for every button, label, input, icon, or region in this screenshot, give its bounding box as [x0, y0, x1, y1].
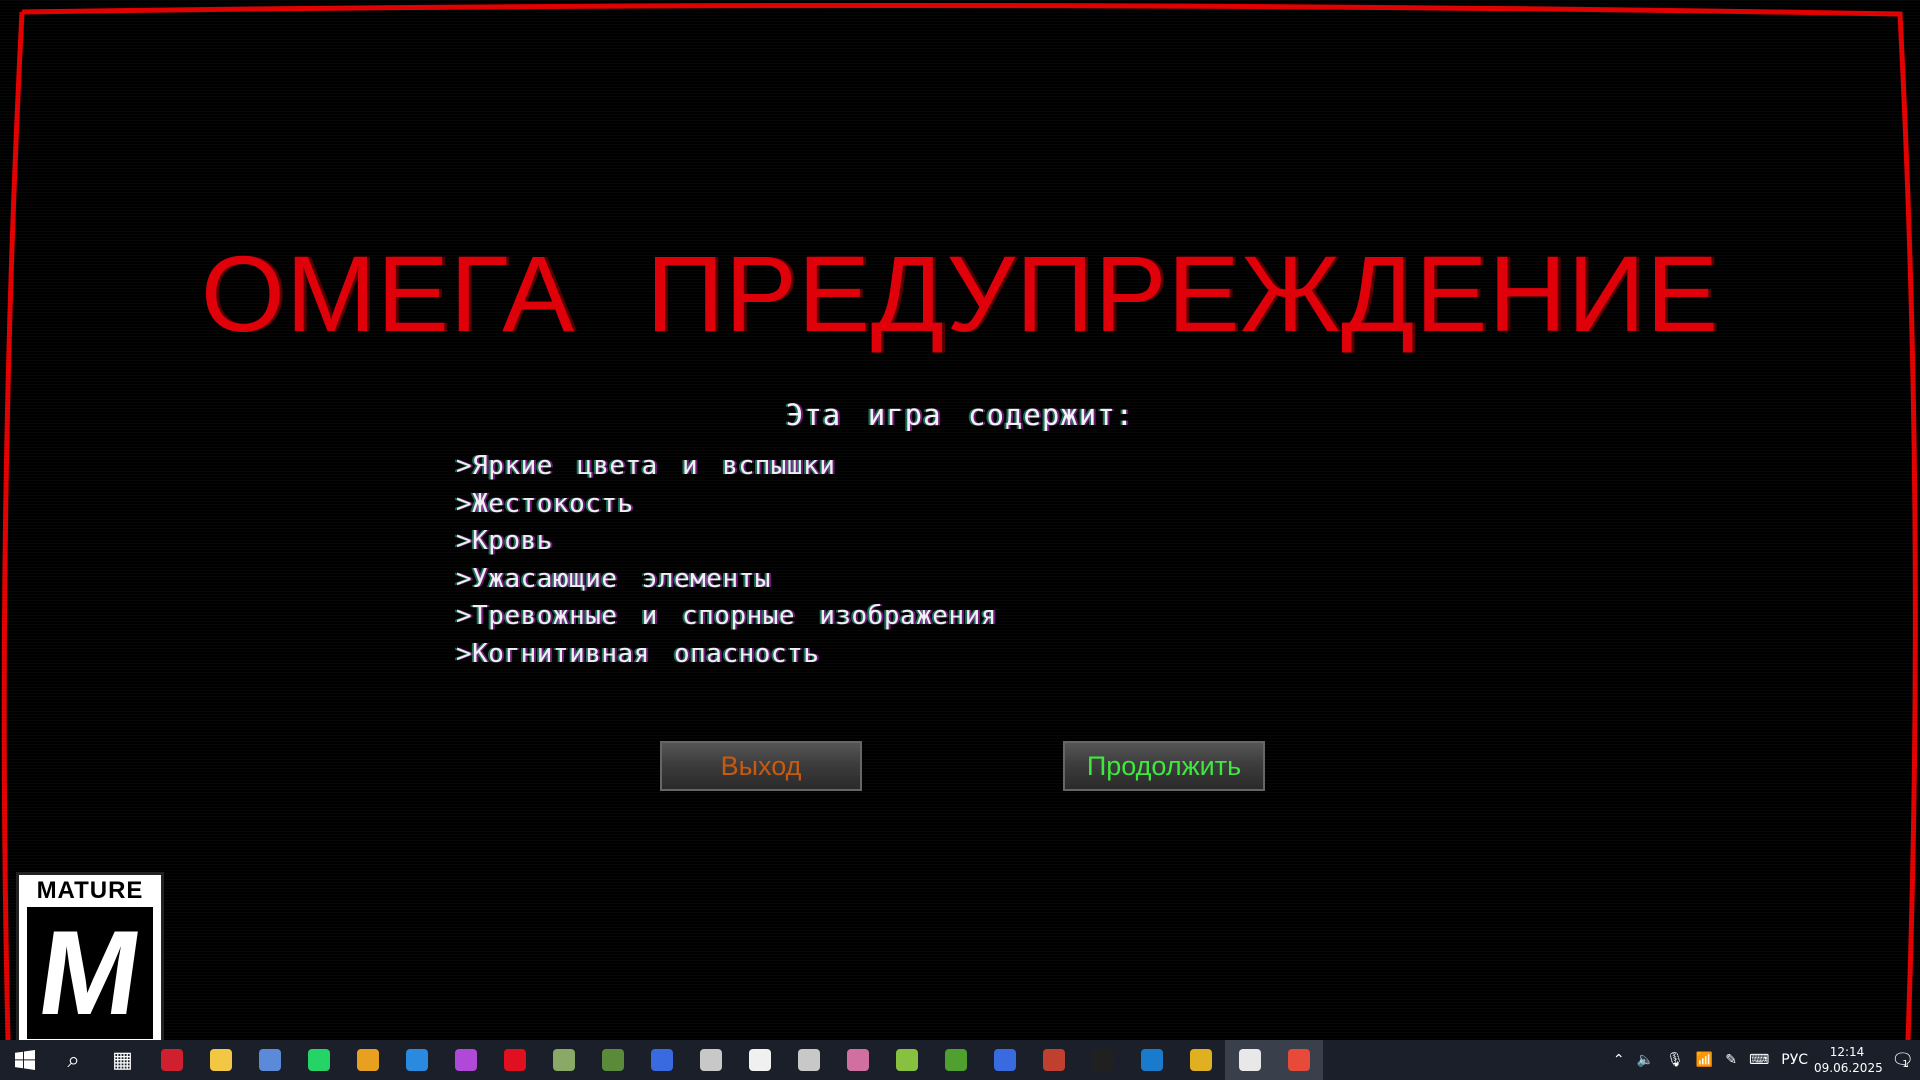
taskbar-app-drop-app[interactable] — [441, 1040, 490, 1080]
taskbar-app-task-view[interactable]: ▦ — [98, 1040, 147, 1080]
rating-letter: M — [30, 906, 150, 1040]
frog-game-icon — [895, 1049, 918, 1071]
taskbar-app-chrome[interactable] — [343, 1040, 392, 1080]
content-heading: Эта игра содержит: — [785, 398, 1135, 432]
keyboard-icon[interactable]: ⌨ — [1743, 1052, 1775, 1068]
taskbar-app-terminal[interactable] — [1078, 1040, 1127, 1080]
continue-button[interactable]: Продолжить — [1063, 741, 1265, 791]
clock[interactable]: 12:14 09.06.2025 — [1814, 1044, 1883, 1076]
taskbar-app-file-explorer[interactable] — [196, 1040, 245, 1080]
microphone-icon[interactable]: 🎙 — [1660, 1052, 1690, 1068]
edge-icon — [1140, 1049, 1163, 1071]
taskbar-app-roblox-studio[interactable] — [637, 1040, 686, 1080]
rating-label: MATURE — [36, 877, 144, 904]
chevron-up-icon[interactable]: ⌃ — [1607, 1052, 1631, 1068]
mature-rating-badge: MATURE M — [16, 872, 164, 1040]
active-app-icon — [1238, 1049, 1261, 1071]
warning-item-disturbing-images: >Тревожные и спорные изображения — [456, 601, 997, 631]
file-explorer-icon — [209, 1049, 232, 1071]
task-view-icon: ▦ — [112, 1047, 133, 1073]
clock-time: 12:14 — [1829, 1045, 1865, 1059]
editor-app-icon-2 — [797, 1049, 820, 1071]
warning-list: >Яркие цвета и вспышки >Жестокость >Кров… — [456, 448, 997, 673]
language-indicator[interactable]: РУС — [1775, 1052, 1814, 1068]
rating-letter-box: M — [27, 906, 153, 1040]
start-button[interactable] — [0, 1040, 49, 1080]
warning-item-violence: >Жестокость — [456, 488, 634, 519]
speedometer-app-icon — [160, 1049, 183, 1071]
calculator-icon — [258, 1049, 281, 1071]
roblox-icon — [993, 1049, 1016, 1071]
warning-title: ОМЕГА ПРЕДУПРЕЖДЕНИЕ — [200, 233, 1720, 354]
bus-game-icon — [1042, 1049, 1065, 1071]
taskbar-app-bluestacks[interactable] — [1176, 1040, 1225, 1080]
document-icon — [748, 1049, 771, 1071]
pen-icon[interactable]: ✎ — [1719, 1052, 1743, 1068]
store-app-icon — [405, 1049, 428, 1071]
warning-item-cognitive-hazard: >Когнитивная опасность — [456, 638, 820, 669]
chrome-icon — [356, 1049, 379, 1071]
roblox-studio-icon — [650, 1049, 673, 1071]
volume-icon[interactable]: 🔈 — [1631, 1052, 1660, 1068]
opera-icon — [503, 1049, 526, 1071]
game-app-icon — [552, 1049, 575, 1071]
taskbar-app-whatsapp[interactable] — [294, 1040, 343, 1080]
minecraft-icon — [601, 1049, 624, 1071]
clock-date: 09.06.2025 — [1814, 1061, 1883, 1075]
taskbar-app-document[interactable] — [735, 1040, 784, 1080]
taskbar-app-editor-app-icon-2[interactable] — [784, 1040, 833, 1080]
chrome-active-icon — [1287, 1049, 1310, 1071]
taskbar-apps: ⌕ ▦ — [49, 1040, 1323, 1080]
bluestacks-icon — [1189, 1049, 1212, 1071]
taskbar-app-editor-app[interactable] — [686, 1040, 735, 1080]
notification-count: 1 — [1902, 1058, 1909, 1070]
green-app-icon — [944, 1049, 967, 1071]
terminal-icon — [1091, 1049, 1114, 1071]
search-icon: ⌕ — [67, 1047, 80, 1073]
windows-taskbar: ⌕ ▦ ⌃ 🔈 🎙 📶 ✎ ⌨ РУС 12:14 09.06.2025 🗨 1 — [0, 1040, 1920, 1080]
taskbar-app-frog-game[interactable] — [882, 1040, 931, 1080]
warning-item-bright-colors: >Яркие цвета и вспышки — [456, 451, 836, 481]
taskbar-app-speedometer-app[interactable] — [147, 1040, 196, 1080]
network-icon[interactable]: 📶 — [1690, 1052, 1719, 1068]
game-screen: ОМЕГА ПРЕДУПРЕЖДЕНИЕ Эта игра содержит: … — [0, 0, 1920, 1040]
taskbar-app-store-app[interactable] — [392, 1040, 441, 1080]
taskbar-app-green-app[interactable] — [931, 1040, 980, 1080]
taskbar-app-active-app[interactable] — [1225, 1040, 1274, 1080]
editor-app-icon — [699, 1049, 722, 1071]
warning-item-horror: >Ужасающие элементы — [456, 563, 771, 594]
taskbar-app-bus-game[interactable] — [1029, 1040, 1078, 1080]
drop-app-icon — [454, 1049, 477, 1071]
notification-center-button[interactable]: 🗨 1 — [1880, 1050, 1920, 1071]
taskbar-app-pink-app[interactable] — [833, 1040, 882, 1080]
windows-start-icon — [14, 1050, 35, 1070]
taskbar-app-edge[interactable] — [1127, 1040, 1176, 1080]
pink-app-icon — [846, 1049, 869, 1071]
system-tray: ⌃ 🔈 🎙 📶 ✎ ⌨ РУС 12:14 09.06.2025 🗨 1 — [1607, 1040, 1920, 1080]
whatsapp-icon — [307, 1049, 330, 1071]
taskbar-app-chrome-active[interactable] — [1274, 1040, 1323, 1080]
taskbar-app-roblox[interactable] — [980, 1040, 1029, 1080]
taskbar-app-minecraft[interactable] — [588, 1040, 637, 1080]
warning-item-blood: >Кровь — [456, 526, 553, 556]
taskbar-app-game-app[interactable] — [539, 1040, 588, 1080]
taskbar-app-search[interactable]: ⌕ — [49, 1040, 98, 1080]
taskbar-app-opera[interactable] — [490, 1040, 539, 1080]
taskbar-app-calculator[interactable] — [245, 1040, 294, 1080]
exit-button[interactable]: Выход — [660, 741, 862, 791]
